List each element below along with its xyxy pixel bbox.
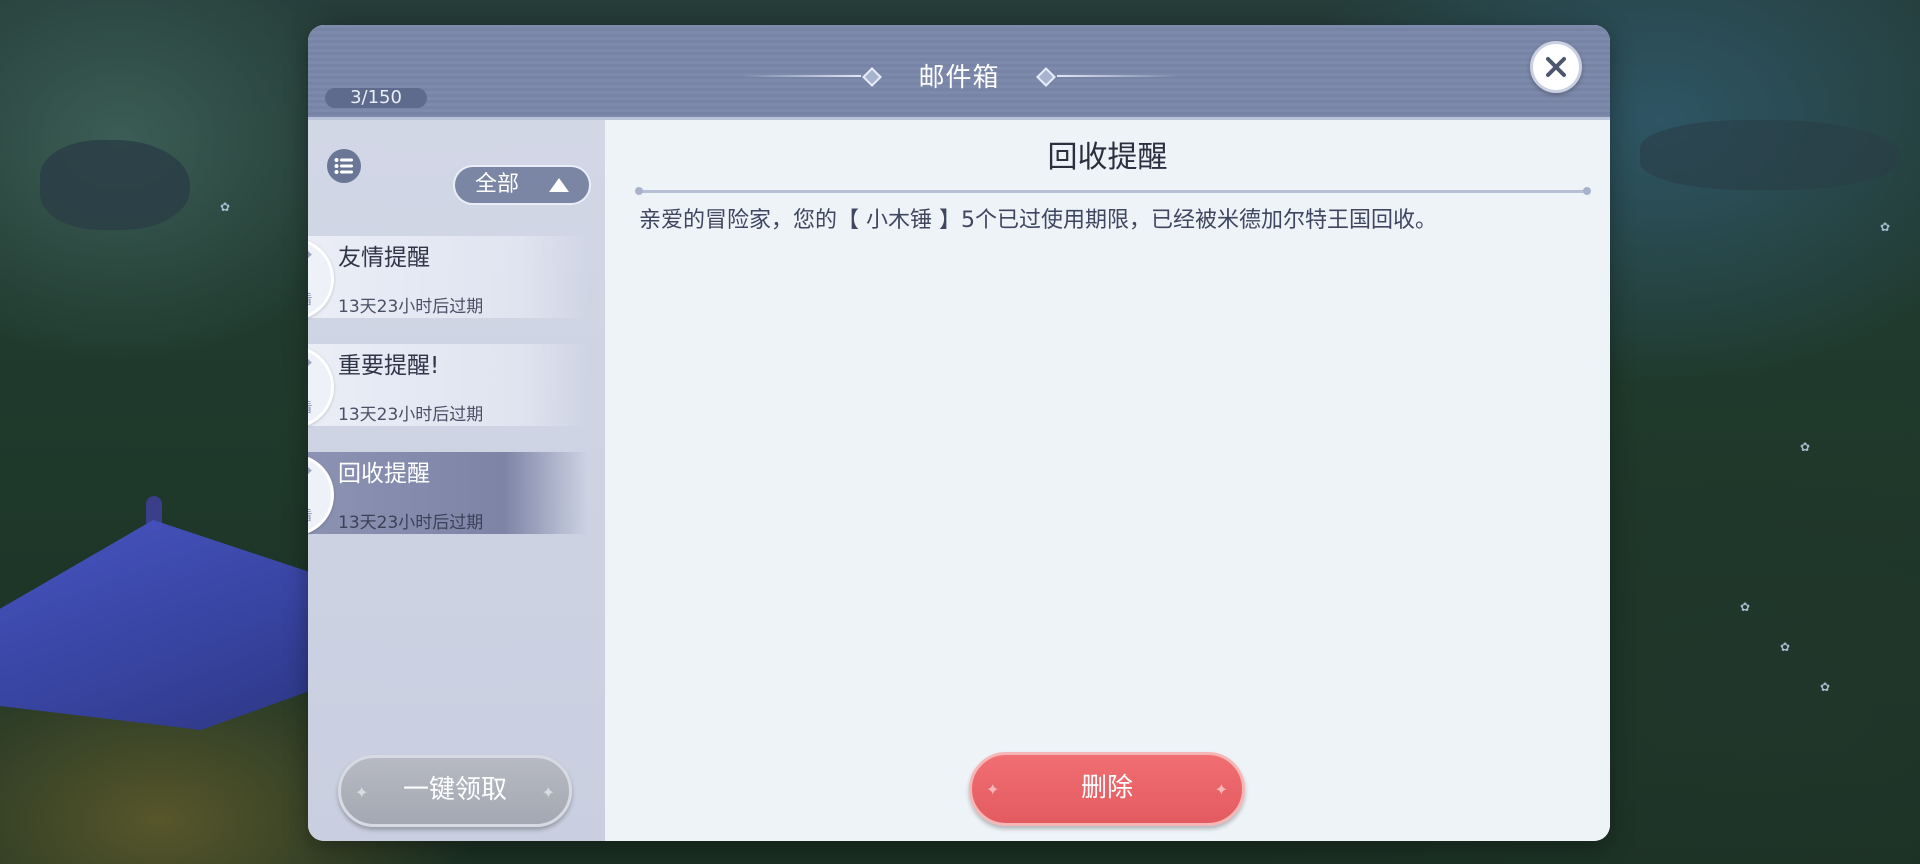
filter-dropdown[interactable]: 全部 [453,165,591,205]
mail-item[interactable]: 已查看 重要提醒! 13天23小时后过期 [308,342,605,428]
seen-status: 已查看 [308,289,319,308]
delete-button[interactable]: ✦ 删除 ✦ [969,752,1245,826]
mail-item-title: 回收提醒 [338,461,430,487]
mail-item-expiry: 13天23小时后过期 [338,405,484,425]
mail-item-title: 重要提醒! [338,353,440,379]
flower-decoration: ✿ [1780,640,1791,654]
message-title: 回收提醒 [1047,140,1168,175]
triangle-up-icon [549,178,569,192]
title-ornament: 邮件箱 [733,63,1185,93]
list-menu-button[interactable] [327,149,361,183]
mail-envelope-icon [308,359,312,366]
title-line-right [1057,75,1177,77]
mailbox-dialog: 邮件箱 3/150 全部 友情提醒 13天23小时后过期 重要提醒! 13天23… [308,25,1610,841]
sparkle-icon: ✦ [986,780,1000,799]
message-body: 亲爱的冒险家，您的【 小木锤 】5个已过使用期限，已经被米德加尔特王国回收。 [639,208,1437,233]
sparkle-icon: ✦ [1214,780,1228,799]
close-button[interactable] [1530,41,1582,93]
mail-item-expiry: 13天23小时后过期 [338,297,484,317]
message-content: 回收提醒 亲爱的冒险家，您的【 小木锤 】5个已过使用期限，已经被米德加尔特王国… [605,120,1610,841]
list-icon [334,158,353,174]
dialog-header: 邮件箱 3/150 [308,25,1610,120]
blue-tent [0,520,330,730]
flower-decoration: ✿ [1820,680,1831,694]
mail-list-sidebar: 全部 已查看 友情提醒 13天23小时后过期 [308,120,605,841]
diamond-icon [1036,67,1056,87]
claim-all-label: 一键领取 [402,775,507,805]
seen-status: 已查看 [308,505,319,524]
mail-item[interactable]: 已查看 友情提醒 13天23小时后过期 [308,234,605,320]
sparkle-icon: ✦ [355,783,369,802]
sparkle-icon: ✦ [541,783,555,802]
flower-decoration: ✿ [1800,440,1811,454]
flower-decoration: ✿ [220,200,231,214]
claim-all-button[interactable]: ✦ 一键领取 ✦ [338,755,572,827]
title-line-left [741,75,861,77]
mail-counter: 3/150 [325,88,427,108]
seen-status: 已查看 [308,397,319,416]
delete-label: 删除 [1080,773,1133,803]
close-icon [1546,57,1566,77]
mail-item-selected[interactable]: 已查看 回收提醒 13天23小时后过期 [308,450,605,536]
diamond-icon [862,67,882,87]
dialog-title: 邮件箱 [918,63,1000,93]
flower-decoration: ✿ [1740,600,1751,614]
filter-label: 全部 [475,172,520,197]
mail-item-title: 友情提醒 [338,245,430,271]
background-rock [40,140,190,230]
mail-item-expiry: 13天23小时后过期 [338,513,484,533]
background-rock [1640,120,1900,190]
mail-envelope-icon [308,467,312,474]
mail-envelope-icon [308,251,312,258]
title-divider [635,187,1591,195]
flower-decoration: ✿ [1880,220,1891,234]
